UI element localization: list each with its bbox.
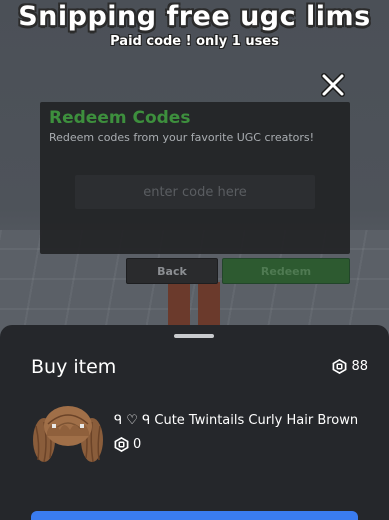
hair-thumbnail-icon [30, 400, 108, 468]
buy-item-title: Buy item [31, 356, 117, 378]
robux-balance-value: 88 [351, 359, 368, 374]
sheet-drag-handle[interactable] [174, 334, 214, 338]
close-icon[interactable] [320, 72, 346, 98]
item-row: ᑫ ♡ ᑫ Cute Twintails Curly Hair Brown 0 [30, 400, 375, 470]
buy-button[interactable] [31, 511, 358, 520]
overlay-subtitle: Paid code ! only 1 uses [110, 34, 279, 49]
item-price: 0 [114, 436, 142, 453]
redeem-dialog-title: Redeem Codes [49, 108, 191, 128]
overlay-title: Snipping free ugc lims [18, 1, 371, 32]
back-button[interactable]: Back [126, 258, 218, 284]
buy-item-sheet: Buy item 88 ᑫ ♡ ᑫ Cute Twintails Curly H… [0, 325, 389, 520]
item-price-value: 0 [133, 437, 142, 452]
item-name: ᑫ ♡ ᑫ Cute Twintails Curly Hair Brown [114, 413, 359, 428]
code-input[interactable] [75, 175, 315, 209]
robux-icon [114, 436, 129, 453]
redeem-dialog-description: Redeem codes from your favorite UGC crea… [49, 131, 315, 144]
redeem-button[interactable]: Redeem [222, 258, 350, 284]
redeem-codes-dialog: Redeem Codes Redeem codes from your favo… [40, 102, 350, 254]
robux-icon [332, 358, 347, 375]
robux-balance: 88 [332, 358, 368, 375]
